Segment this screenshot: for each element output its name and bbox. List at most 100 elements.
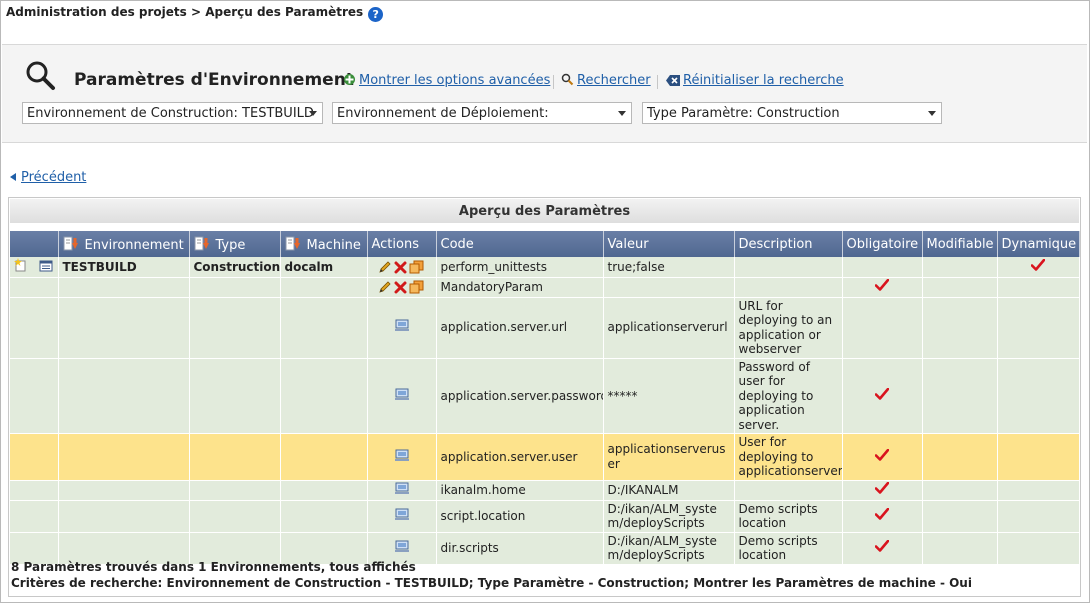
previous-link[interactable]: Précédent [10,170,86,185]
modifiable-cell [922,500,998,533]
reset-search-link[interactable]: Réinitialiser la recherche [666,73,844,88]
mandatory-cell [842,433,923,481]
details-icon[interactable] [39,260,53,272]
sort-icon [63,236,78,250]
check-icon [875,279,889,292]
table-header-row: Environnement Type Machine Actions Code … [10,231,1080,257]
search-panel: Paramètres d'Environnement Montrer les o… [2,44,1087,143]
table-row[interactable]: script.location D:/ikan/ALM_system/deploy… [10,500,1080,533]
environment-cell [58,358,190,434]
parameter-type-value: Type Paramètre: Construction [647,106,840,121]
deploy-environment-select[interactable]: Environnement de Déploiement: [332,102,632,124]
table-row[interactable]: application.server.user applicationserver… [10,433,1080,481]
table-row[interactable]: application.server.url applicationserveru… [10,297,1080,359]
modifiable-cell [922,532,998,565]
breadcrumb: Administration des projets > Aperçu des … [6,5,384,22]
mandatory-cell [842,257,923,278]
sort-icon [285,236,300,250]
delete-icon[interactable] [394,281,407,294]
header-code: Code [436,231,604,257]
row-icons [10,433,59,481]
machine-cell [280,480,368,501]
row-icons [10,257,59,278]
header-machine[interactable]: Machine [280,231,368,257]
search-link-label: Rechercher [577,73,651,88]
environment-cell [58,277,190,298]
build-environment-value: Environnement de Construction: TESTBUILD [27,106,314,121]
machine-parameter-icon [394,449,409,461]
type-cell [189,277,281,298]
help-icon[interactable]: ? [368,7,384,22]
description-cell: Demo scripts location [734,500,843,533]
code-cell: dir.scripts [436,532,604,565]
description-cell: User for deploying to applicationserver [734,433,843,481]
actions-cell [367,297,437,359]
dynamic-cell [997,277,1080,298]
machine-parameter-icon [394,319,409,332]
value-cell: applicationserveruser [603,433,735,481]
value-cell: D:/ikan/ALM_system/deployScripts [603,532,735,565]
dynamic-cell [997,297,1080,359]
plus-icon [344,74,355,85]
search-link[interactable]: Rechercher [561,73,651,88]
header-environment-label: Environnement [84,237,184,253]
dynamic-cell [997,433,1080,481]
new-icon[interactable] [14,258,28,272]
table-row[interactable]: MandatoryParam [10,277,1080,298]
table-body: TESTBUILD Construction docalm perform_unitt… [10,257,1080,565]
machine-cell [280,277,368,298]
environment-cell [58,297,190,359]
dynamic-cell [997,532,1080,565]
dynamic-cell [997,257,1080,278]
table-row[interactable]: application.server.password ***** Password… [10,358,1080,434]
build-environment-select[interactable]: Environnement de Construction: TESTBUILD [22,102,323,124]
deploy-environment-value: Environnement de Déploiement: [337,106,549,121]
row-icons [10,500,59,533]
actions-cell [367,277,437,298]
header-description: Description [734,231,843,257]
code-cell: application.server.password [436,358,604,434]
header-environment[interactable]: Environnement [58,231,190,257]
edit-icon[interactable] [378,280,392,294]
link-separator [553,75,554,89]
edit-icon[interactable] [378,260,392,274]
mandatory-cell [842,277,923,298]
environment-cell [58,480,190,501]
header-mandatory: Obligatoire [842,231,923,257]
check-icon [875,482,889,495]
value-cell: D:/ikan/ALM_system/deployScripts [603,500,735,533]
machine-cell [280,297,368,359]
advanced-options-label: Montrer les options avancées [359,73,551,88]
link-separator [657,75,658,89]
actions-cell [367,500,437,533]
machine-parameter-icon [394,540,409,552]
type-cell [189,358,281,434]
header-blank [10,231,59,257]
header-type[interactable]: Type [189,231,281,257]
value-cell: applicationserverurl [603,297,735,359]
type-cell [189,433,281,481]
code-cell: application.server.user [436,433,604,481]
advanced-options-link[interactable]: Montrer les options avancées [343,73,550,88]
machine-parameter-icon [394,482,409,494]
type-cell [189,297,281,359]
check-icon [875,449,889,461]
copy-icon[interactable] [409,260,424,274]
table-row[interactable]: TESTBUILD Construction docalm perform_unitt… [10,257,1080,278]
parameter-type-select[interactable]: Type Paramètre: Construction [642,102,942,124]
description-cell: URL for deploying to an application or w… [734,297,843,359]
type-cell: Construction [189,257,281,278]
clear-icon [666,75,680,86]
table-row[interactable]: ikanalm.home D:/IKANALM [10,480,1080,501]
environment-cell [58,500,190,533]
dynamic-cell [997,358,1080,434]
header-dynamic: Dynamique [997,231,1080,257]
chevron-down-icon [928,111,936,116]
delete-icon[interactable] [394,261,407,274]
description-cell [734,277,843,298]
copy-icon[interactable] [409,280,424,294]
header-machine-label: Machine [306,237,361,253]
environment-cell: TESTBUILD [58,257,190,278]
code-cell: MandatoryParam [436,277,604,298]
modifiable-cell [922,433,998,481]
